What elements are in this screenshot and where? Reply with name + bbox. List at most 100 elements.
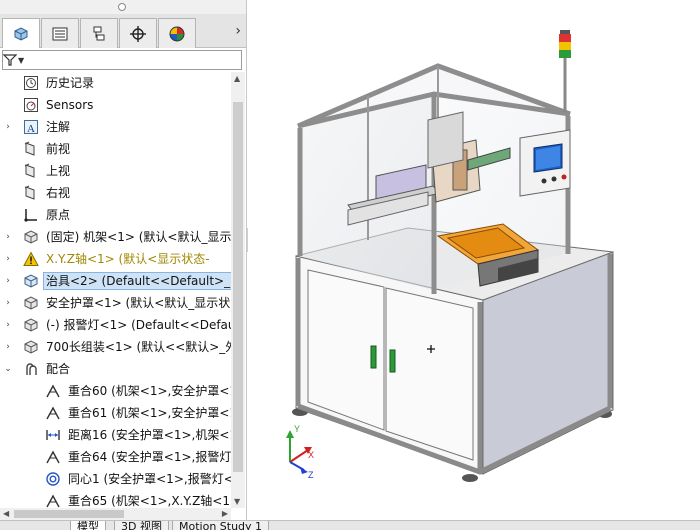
filter-box[interactable] [2,50,242,70]
history-icon [22,74,40,92]
expand-arrow-icon[interactable]: › [3,298,13,308]
bottom-tab[interactable]: 3D 视图 [114,521,169,530]
part-icon [22,294,40,312]
expand-arrow-icon[interactable]: › [3,122,13,132]
plane-icon [22,184,40,202]
triad-z-label: Z [308,470,314,480]
part-icon [22,316,40,334]
scroll-up-arrow[interactable]: ▲ [234,74,240,83]
graphics-area[interactable]: Y X Z [248,0,700,520]
coincident-icon [44,404,62,422]
tree-item-label: 上视 [46,164,71,178]
tree-item-label: 历史记录 [46,76,95,90]
tree-item-label: 注解 [46,120,71,134]
tree-item[interactable]: › A 注解 [0,116,231,138]
view-triad[interactable]: Y X Z [286,424,314,480]
tree-item[interactable]: › 安全护罩<1> (默认<默认_显示状 [0,292,231,314]
scroll-right-arrow[interactable]: ▶ [222,509,228,518]
warning-icon [22,250,40,268]
triad-x-label: X [308,450,314,460]
scroll-left-arrow[interactable]: ◀ [3,509,9,518]
tree-item-label: 安全护罩<1> (默认<默认_显示状 [46,296,231,310]
tab-property-manager[interactable] [41,18,79,48]
crosshair-icon [130,25,146,42]
tree-item[interactable]: 同心1 (安全护罩<1>,报警灯<1 [0,468,231,490]
distance-icon [44,426,62,444]
signal-tower [559,30,571,112]
expand-arrow-icon[interactable]: › [3,276,13,286]
part-icon [22,338,40,356]
display-manager-icon [169,26,185,41]
tree-item-label: X.Y.Z轴<1> (默认<显示状态- [46,252,210,266]
tree-item[interactable]: Sensors [0,94,231,116]
mates-icon [22,360,40,378]
tree-item[interactable]: › (-) 报警灯<1> (Default<<Defaul [0,314,231,336]
control-panel [519,129,571,197]
tab-dimxpert-manager[interactable] [119,18,157,48]
filter-button[interactable]: ▼ [3,51,31,69]
tree-item[interactable]: ⌄ 配合 [0,358,231,380]
filter-icon [3,54,17,66]
bottom-tab[interactable]: 模型 [70,521,106,530]
sensor-icon [22,96,40,114]
property-manager-icon [52,27,68,40]
tree-item[interactable]: › 治具<2> (Default<<Default>_Ph [0,270,231,292]
plane-icon [22,140,40,158]
expand-arrow-icon[interactable]: › [3,232,13,242]
tree-item-label: 治具<2> (Default<<Default>_Ph [43,272,231,290]
configuration-manager-icon [93,26,105,40]
tree-item-label: 重合61 (机架<1>,安全护罩<1 [68,406,231,420]
assembly-icon [22,272,40,290]
tree-item[interactable]: 重合64 (安全护罩<1>,报警灯 [0,446,231,468]
tree-item[interactable]: 重合65 (机架<1>,X.Y.Z轴<1> [0,490,231,508]
tree-item[interactable]: › X.Y.Z轴<1> (默认<显示状态- [0,248,231,270]
tree-item[interactable]: 上视 [0,160,231,182]
tab-configuration-manager[interactable] [80,18,118,48]
expand-arrow-icon[interactable]: › [3,254,13,264]
tree-item[interactable]: 重合61 (机架<1>,安全护罩<1 [0,402,231,424]
triad-y-label: Y [294,424,300,434]
door-handle-right [389,349,396,373]
concentric-icon [44,470,62,488]
tabs-scroll-right[interactable]: › [235,23,241,39]
panel-grip[interactable] [0,0,246,14]
horizontal-scroll-thumb[interactable] [14,510,124,518]
coincident-icon [44,382,62,400]
collapse-arrow-icon[interactable]: ⌄ [3,364,13,374]
tree-item[interactable]: 重合60 (机架<1>,安全护罩<1 [0,380,231,402]
tree-item[interactable]: 距离16 (安全护罩<1>,机架<1 [0,424,231,446]
coincident-icon [44,448,62,466]
coincident-icon [44,492,62,508]
tree-item[interactable]: 右视 [0,182,231,204]
part-icon [22,228,40,246]
tree-vertical-scrollbar[interactable]: ▲ ▼ [231,72,245,508]
tree-item-label: Sensors [46,98,94,112]
tree-item[interactable]: › (固定) 机架<1> (默认<默认_显示状 [0,226,231,248]
tree-item-label: (-) 报警灯<1> (Default<<Defaul [46,318,231,332]
tab-display-manager[interactable] [158,18,196,48]
tab-feature-manager[interactable] [2,18,40,48]
tree-item-label: 配合 [46,362,71,376]
expand-arrow-icon[interactable]: › [3,320,13,330]
tree-item-label: 重合64 (安全护罩<1>,报警灯 [68,450,231,464]
tree-item[interactable]: 历史记录 [0,72,231,94]
tree-item[interactable]: › 700长组装<1> (默认<<默认>_外 [0,336,231,358]
tree-item-label: (固定) 机架<1> (默认<默认_显示状 [46,230,231,244]
feature-manager-icon [14,26,28,41]
cabinet-door-right [385,287,474,461]
grip-dot [118,3,126,11]
bottom-tab[interactable]: Motion Study 1 [172,521,270,530]
tree-item-label: 原点 [46,208,71,222]
tree-item-label: 前视 [46,142,71,156]
machine-model[interactable]: Y X Z [248,0,700,520]
scroll-down-arrow[interactable]: ▼ [234,497,240,506]
tree-item[interactable]: 前视 [0,138,231,160]
annotation-icon: A [22,118,40,136]
manager-tabs: › [0,14,246,48]
tree-item-label: 700长组装<1> (默认<<默认>_外 [46,340,231,354]
vertical-scroll-thumb[interactable] [233,102,243,472]
tree-horizontal-scrollbar[interactable]: ◀ ▶ [0,508,231,520]
tree-item[interactable]: 原点 [0,204,231,226]
expand-arrow-icon[interactable]: › [3,342,13,352]
origin-icon [22,206,40,224]
